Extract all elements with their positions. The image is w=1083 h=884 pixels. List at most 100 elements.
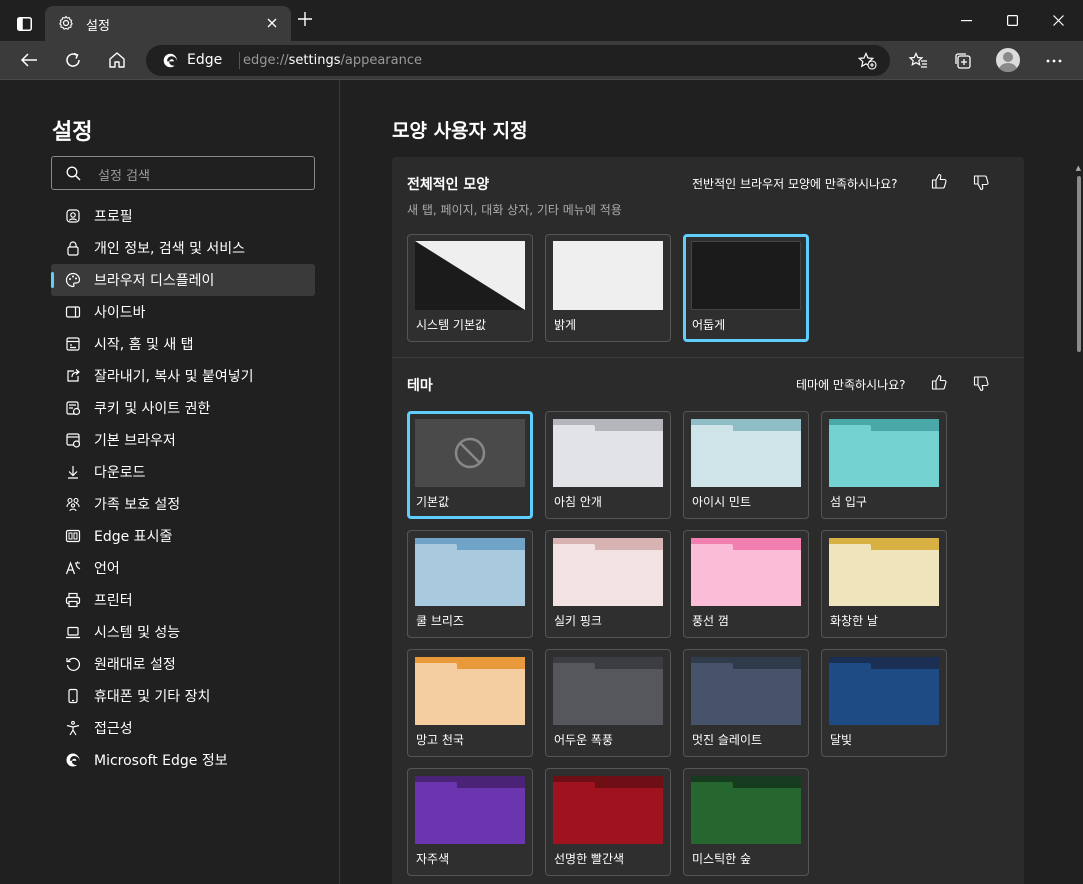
sidebar-item-browser[interactable]: 기본 브라우저 (51, 424, 315, 456)
theme-option[interactable]: 쿨 브리즈 (407, 530, 533, 638)
overall-appearance-title: 전체적인 모양 (407, 177, 490, 193)
home-icon[interactable] (108, 51, 126, 69)
scroll-up-arrow[interactable]: ▲ (1076, 164, 1081, 172)
new-tab-icon[interactable] (296, 10, 314, 28)
sidebar-item-printer[interactable]: 프린터 (51, 584, 315, 616)
title-bar: 설정 (0, 0, 1083, 41)
folder-preview-icon (415, 776, 525, 844)
theme-label: 아침 안개 (554, 495, 602, 509)
edge-logo-icon (66, 753, 80, 767)
sidebar-item-palette[interactable]: 브라우저 디스플레이 (51, 264, 315, 296)
sidebar-item-label: 잘라내기, 복사 및 붙여넣기 (94, 369, 254, 385)
sidebar-item-edgebar[interactable]: Edge 표시줄 (51, 520, 315, 552)
theme-option[interactable]: 섬 입구 (821, 411, 947, 519)
folder-preview-icon (553, 776, 663, 844)
thumbs-up-icon[interactable] (931, 173, 947, 190)
theme-label: 달빛 (830, 733, 853, 747)
tab-actions-icon[interactable] (17, 17, 32, 31)
theme-option[interactable]: 실키 핑크 (545, 530, 671, 638)
sidebar-item-label: 쿠키 및 사이트 권한 (94, 401, 211, 417)
theme-option[interactable]: 미스틱한 숲 (683, 768, 809, 876)
thumbs-up-icon[interactable] (931, 374, 947, 391)
sidebar-item-label: 사이드바 (94, 305, 146, 321)
appearance-card: 전체적인 모양 새 탭, 페이지, 대화 상자, 기타 메뉴에 적용 전반적인 … (392, 157, 1024, 884)
sidebar-item-download[interactable]: 다운로드 (51, 456, 315, 488)
sidebar-item-reset[interactable]: 원래대로 설정 (51, 648, 315, 680)
sidebar-item-edge-logo[interactable]: Microsoft Edge 정보 (51, 744, 315, 776)
theme-option[interactable]: 기본값 (407, 411, 533, 519)
collections-icon[interactable] (953, 51, 972, 70)
sidebar-item-label: Edge 표시줄 (94, 529, 173, 545)
sidebar-item-share[interactable]: 잘라내기, 복사 및 붙여넣기 (51, 360, 315, 392)
theme-label: 아이시 민트 (692, 495, 752, 509)
theme-option[interactable]: 멋진 슬레이트 (683, 649, 809, 757)
profile-avatar[interactable] (996, 48, 1020, 72)
close-tab-icon[interactable] (267, 18, 277, 28)
sidebar-item-sidebar[interactable]: 사이드바 (51, 296, 315, 328)
theme-option[interactable]: 선명한 빨간색 (545, 768, 671, 876)
sidebar-item-label: 휴대폰 및 기타 장치 (94, 689, 211, 705)
theme-option[interactable]: 아침 안개 (545, 411, 671, 519)
thumbs-down-icon[interactable] (973, 174, 989, 191)
refresh-icon[interactable] (64, 51, 82, 69)
folder-preview-icon (553, 657, 663, 725)
theme-label: 선명한 빨간색 (554, 852, 625, 866)
edge-brand-label: Edge (187, 52, 223, 68)
folder-preview-icon (415, 538, 525, 606)
appearance-option-light[interactable]: 밝게 (545, 234, 671, 342)
settings-sidebar: 설정 설정 검색 프로필개인 정보, 검색 및 서비스브라우저 디스플레이사이드… (0, 80, 340, 884)
theme-option[interactable]: 망고 천국 (407, 649, 533, 757)
folder-preview-icon (829, 657, 939, 725)
theme-option[interactable]: 달빛 (821, 649, 947, 757)
sidebar-item-family[interactable]: 가족 보호 설정 (51, 488, 315, 520)
theme-label: 섬 입구 (830, 495, 867, 509)
folder-preview-icon (691, 538, 801, 606)
theme-option[interactable]: 아이시 민트 (683, 411, 809, 519)
tab-settings[interactable]: 설정 (45, 6, 291, 41)
theme-option[interactable]: 어두운 폭풍 (545, 649, 671, 757)
sidebar-item-laptop[interactable]: 시스템 및 성능 (51, 616, 315, 648)
theme-option[interactable]: 자주색 (407, 768, 533, 876)
appearance-option-system[interactable]: 시스템 기본값 (407, 234, 533, 342)
theme-label: 실키 핑크 (554, 614, 602, 628)
theme-label: 기본값 (416, 495, 450, 509)
maximize-icon[interactable] (1007, 15, 1018, 26)
sidebar-item-accessibility[interactable]: 접근성 (51, 712, 315, 744)
sidebar-item-label: 브라우저 디스플레이 (94, 273, 215, 289)
navigation-bar: Edge edge://settings/appearance (0, 41, 1083, 80)
sidebar-item-profile[interactable]: 프로필 (51, 200, 315, 232)
sidebar-item-lock[interactable]: 개인 정보, 검색 및 서비스 (51, 232, 315, 264)
appearance-option-dark[interactable]: 어둡게 (683, 234, 809, 342)
sidebar-item-phone[interactable]: 휴대폰 및 기타 장치 (51, 680, 315, 712)
sidebar-item-label: 개인 정보, 검색 및 서비스 (94, 241, 246, 257)
share-icon (67, 369, 80, 382)
family-icon (66, 497, 80, 512)
url-text[interactable]: edge://settings/appearance (243, 53, 422, 68)
back-arrow-icon[interactable] (20, 52, 38, 68)
theme-label: 어두운 폭풍 (554, 733, 614, 747)
no-theme-preview (415, 419, 525, 487)
tab-title: 설정 (86, 19, 110, 34)
theme-option[interactable]: 화창한 날 (821, 530, 947, 638)
theme-label: 망고 천국 (416, 733, 464, 747)
minimize-icon[interactable] (961, 20, 972, 22)
folder-preview-icon (691, 657, 801, 725)
address-bar[interactable]: Edge edge://settings/appearance (146, 45, 890, 76)
edge-logo-icon (163, 53, 178, 68)
sidebar-item-cookie[interactable]: 쿠키 및 사이트 권한 (51, 392, 315, 424)
main-content: 모양 사용자 지정 전체적인 모양 새 탭, 페이지, 대화 상자, 기타 메뉴… (341, 80, 1083, 884)
thumbs-down-icon[interactable] (973, 375, 989, 392)
edgebar-icon (65, 529, 81, 543)
sidebar-item-language[interactable]: 언어 (51, 552, 315, 584)
sidebar-title: 설정 (52, 120, 93, 145)
add-favorite-icon[interactable] (858, 52, 877, 70)
close-window-icon[interactable] (1053, 15, 1064, 26)
more-options-icon[interactable] (1046, 59, 1062, 63)
appearance-option-label: 시스템 기본값 (416, 318, 487, 332)
settings-search-input[interactable]: 설정 검색 (51, 156, 315, 190)
favorites-icon[interactable] (909, 52, 928, 69)
scrollbar-thumb[interactable] (1077, 176, 1081, 352)
page-title: 모양 사용자 지정 (392, 120, 528, 142)
theme-option[interactable]: 풍선 껌 (683, 530, 809, 638)
sidebar-item-newtab[interactable]: 시작, 홈 및 새 탭 (51, 328, 315, 360)
